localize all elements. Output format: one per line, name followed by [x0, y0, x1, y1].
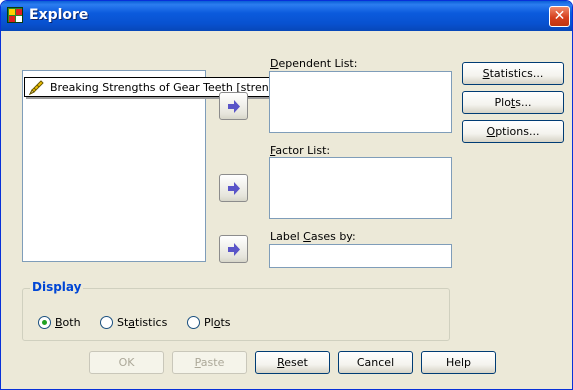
paste-button[interactable]: Paste — [172, 351, 247, 374]
options-button[interactable]: Options... — [462, 120, 564, 143]
arrow-right-icon — [228, 100, 240, 113]
radio-plots-label[interactable]: Plots — [204, 316, 230, 329]
radio-both[interactable] — [38, 316, 51, 329]
move-to-label-cases-button[interactable] — [219, 235, 248, 263]
move-to-factor-button[interactable] — [219, 174, 248, 202]
spss-grid-icon — [7, 7, 23, 23]
radio-selected-dot — [42, 320, 47, 325]
cancel-button[interactable]: Cancel — [338, 351, 413, 374]
help-button[interactable]: Help — [421, 351, 496, 374]
plots-button[interactable]: Plots... — [462, 91, 564, 114]
display-group — [22, 288, 450, 341]
window-title: Explore — [29, 7, 89, 23]
ok-button[interactable]: OK — [89, 351, 164, 374]
move-to-dependent-button[interactable] — [219, 92, 248, 120]
close-button[interactable]: ✕ — [549, 6, 570, 27]
label-cases-by-field[interactable] — [269, 244, 452, 268]
pencil-ruler-icon — [28, 80, 44, 96]
label-cases-by-label: Label Cases by: — [270, 230, 356, 243]
arrow-right-icon — [228, 182, 240, 195]
source-variable-list[interactable] — [22, 70, 206, 262]
radio-both-label[interactable]: Both — [55, 316, 81, 329]
reset-button[interactable]: Reset — [255, 351, 330, 374]
radio-statistics-label[interactable]: Statistics — [117, 316, 167, 329]
radio-statistics[interactable] — [100, 316, 113, 329]
close-icon: ✕ — [553, 8, 566, 24]
dependent-list-label: Dependent List: — [270, 57, 358, 70]
arrow-right-icon — [228, 243, 240, 256]
factor-list[interactable] — [269, 157, 452, 219]
title-bar[interactable]: Explore ✕ — [1, 1, 572, 31]
display-group-label: Display — [30, 280, 84, 294]
variable-label: Breaking Strengths of Gear Teeth [streng… — [50, 81, 292, 94]
explore-dialog: Explore ✕ Breaking Strengths of Gear Tee… — [0, 0, 573, 390]
statistics-button[interactable]: Statistics... — [462, 62, 564, 85]
radio-plots[interactable] — [187, 316, 200, 329]
factor-list-label: Factor List: — [270, 144, 331, 157]
list-item[interactable]: Breaking Strengths of Gear Teeth [streng… — [24, 77, 310, 97]
dependent-list[interactable] — [269, 71, 452, 133]
